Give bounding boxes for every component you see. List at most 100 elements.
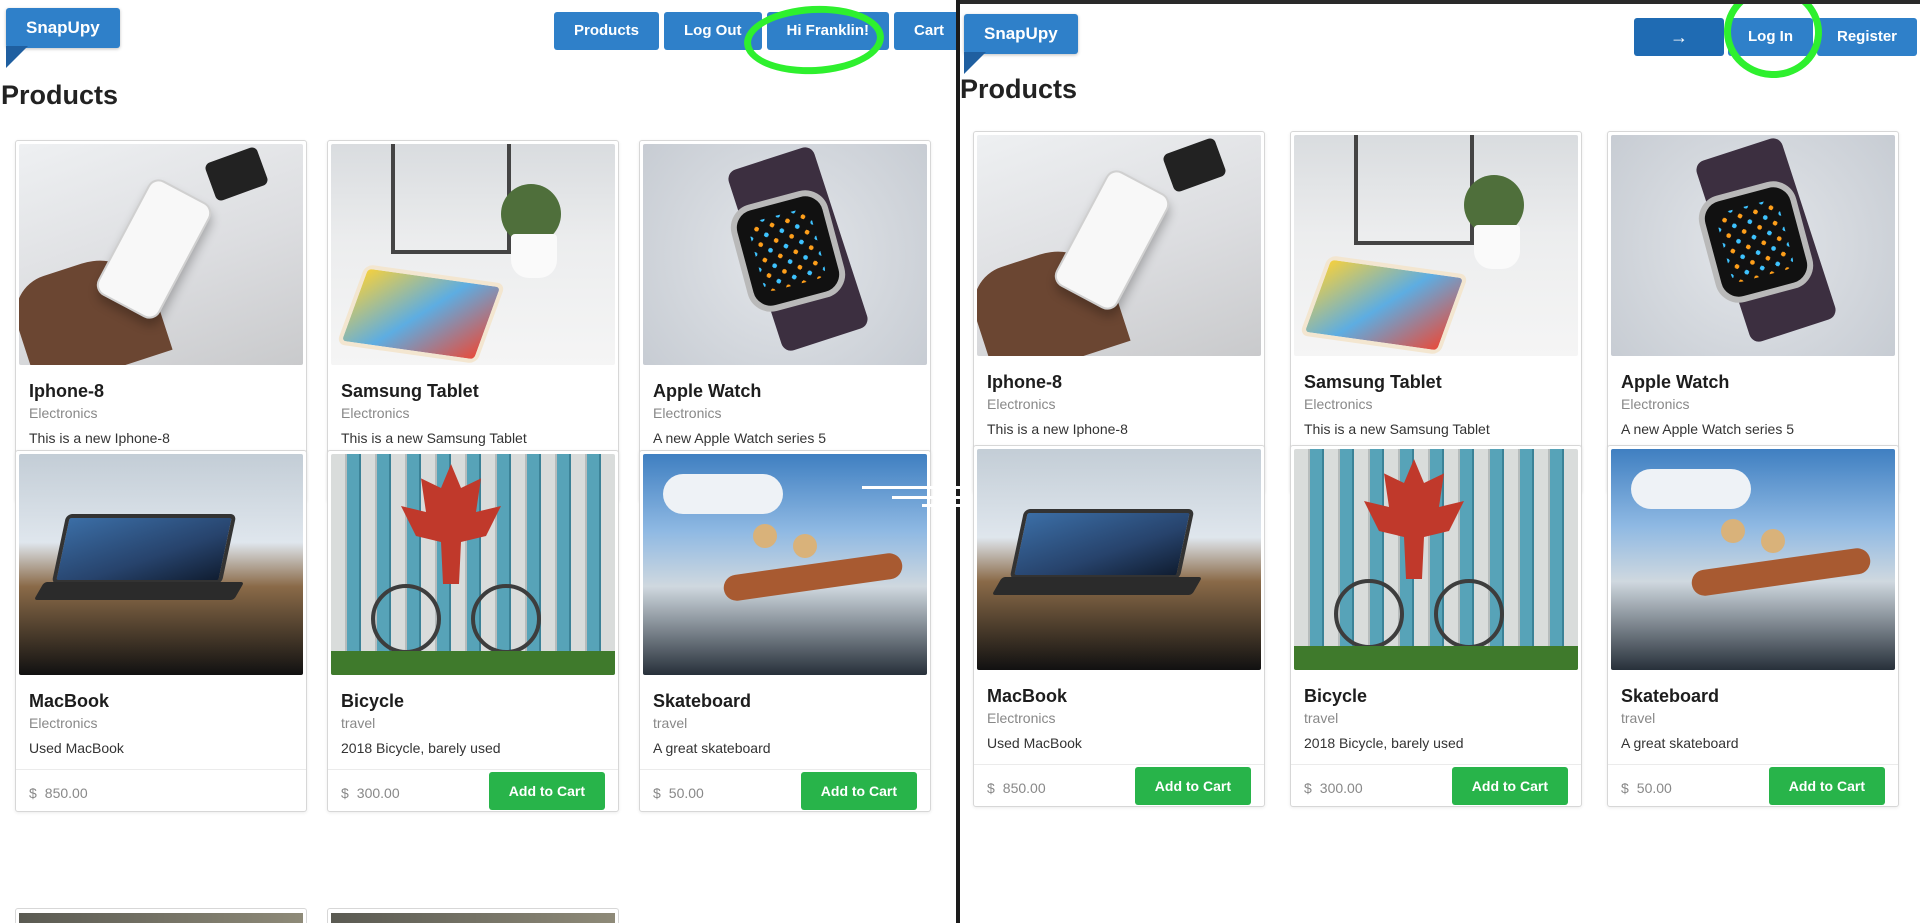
product-image[interactable] bbox=[1294, 449, 1578, 670]
dollar-icon: $ bbox=[987, 780, 995, 796]
product-image[interactable] bbox=[19, 454, 303, 675]
dollar-icon: $ bbox=[29, 785, 37, 801]
product-card[interactable]: Bicycle travel 2018 Bicycle, barely used $3… bbox=[1290, 445, 1582, 807]
nav-register-button[interactable]: Register bbox=[1817, 18, 1918, 56]
product-title[interactable]: Samsung Tablet bbox=[341, 381, 479, 402]
product-price: $50.00 bbox=[1621, 780, 1672, 796]
panel-divider bbox=[956, 0, 960, 923]
product-title[interactable]: Bicycle bbox=[341, 691, 404, 712]
price-value: 300.00 bbox=[1319, 780, 1363, 796]
product-price: $300.00 bbox=[1304, 780, 1363, 796]
product-category: Electronics bbox=[341, 405, 410, 421]
product-title[interactable]: Iphone-8 bbox=[29, 381, 104, 402]
partial-product-card bbox=[15, 908, 307, 923]
product-card[interactable]: Samsung Tablet Electronics This is a new S… bbox=[327, 140, 619, 502]
logo-ribbon bbox=[964, 52, 986, 74]
arrow-right-icon[interactable]: → bbox=[1634, 18, 1724, 56]
partial-product-card bbox=[327, 908, 619, 923]
nav-cart-button[interactable]: Cart bbox=[894, 12, 958, 50]
page-title: Products bbox=[960, 74, 1078, 104]
product-title[interactable]: Iphone-8 bbox=[987, 372, 1062, 393]
product-card[interactable]: Bicycle travel 2018 Bicycle, barely used $3… bbox=[327, 450, 619, 812]
product-category: Electronics bbox=[653, 405, 722, 421]
product-image bbox=[19, 913, 303, 923]
product-category: travel bbox=[341, 715, 376, 731]
product-price: $50.00 bbox=[653, 785, 704, 801]
product-category: travel bbox=[653, 715, 688, 731]
logo-ribbon bbox=[6, 46, 28, 68]
product-card[interactable]: Apple Watch Electronics A new Apple Watch … bbox=[1607, 131, 1899, 493]
product-image bbox=[331, 913, 615, 923]
product-price: $300.00 bbox=[341, 785, 400, 801]
product-image[interactable] bbox=[1611, 449, 1895, 670]
product-category: Electronics bbox=[1304, 396, 1373, 412]
product-category: Electronics bbox=[29, 715, 98, 731]
product-title[interactable]: Apple Watch bbox=[653, 381, 761, 402]
add-to-cart-button[interactable]: Add to Cart bbox=[1451, 767, 1568, 805]
product-title[interactable]: Skateboard bbox=[1621, 686, 1719, 707]
top-nav: → Log In Register bbox=[1634, 18, 1918, 56]
price-value: 50.00 bbox=[668, 785, 704, 801]
top-nav: Products Log Out Hi Franklin! Cart bbox=[554, 12, 958, 50]
product-image[interactable] bbox=[19, 144, 303, 365]
nav-logout-button[interactable]: Log Out bbox=[664, 12, 762, 50]
product-category: travel bbox=[1621, 710, 1656, 726]
add-to-cart-button[interactable]: Add to Cart bbox=[800, 772, 917, 810]
dollar-icon: $ bbox=[1304, 780, 1312, 796]
add-to-cart-button[interactable]: Add to Cart bbox=[1768, 767, 1885, 805]
price-value: 850.00 bbox=[44, 785, 88, 801]
product-description: A great skateboard bbox=[1621, 735, 1739, 751]
product-image[interactable] bbox=[977, 449, 1261, 670]
add-to-cart-button[interactable]: Add to Cart bbox=[1134, 767, 1251, 805]
product-card[interactable]: MacBookElectronicsUsed MacBook$850.00Add… bbox=[973, 445, 1265, 807]
product-title[interactable]: MacBook bbox=[987, 686, 1067, 707]
logo-text[interactable]: SnapUpy bbox=[6, 8, 120, 48]
product-title[interactable]: Skateboard bbox=[653, 691, 751, 712]
dollar-icon: $ bbox=[653, 785, 661, 801]
product-description: This is a new Samsung Tablet bbox=[341, 430, 527, 446]
product-category: Electronics bbox=[987, 710, 1056, 726]
product-description: This is a new Iphone-8 bbox=[29, 430, 170, 446]
product-category: Electronics bbox=[1621, 396, 1690, 412]
left-screenshot-panel: SnapUpy Products Log Out Hi Franklin! Ca… bbox=[0, 0, 958, 923]
page-title: Products bbox=[1, 80, 119, 110]
card-divider bbox=[1291, 764, 1581, 765]
product-card[interactable]: Iphone-8 Electronics This is a new Iphone-… bbox=[973, 131, 1265, 493]
product-title[interactable]: Bicycle bbox=[1304, 686, 1367, 707]
add-to-cart-button[interactable]: Add to Cart bbox=[488, 772, 605, 810]
right-screenshot-panel: SnapUpy → Log In Register Products Iphon… bbox=[958, 0, 1920, 923]
product-price: $850.00 bbox=[987, 780, 1046, 796]
product-description: This is a new Iphone-8 bbox=[987, 421, 1128, 437]
product-title[interactable]: Samsung Tablet bbox=[1304, 372, 1442, 393]
nav-products-button[interactable]: Products bbox=[554, 12, 660, 50]
product-card[interactable]: Apple Watch Electronics A new Apple Watch … bbox=[639, 140, 931, 502]
card-divider bbox=[16, 769, 306, 770]
card-divider bbox=[328, 769, 618, 770]
product-image[interactable] bbox=[331, 454, 615, 675]
product-title[interactable]: Apple Watch bbox=[1621, 372, 1729, 393]
product-image[interactable] bbox=[331, 144, 615, 365]
product-category: travel bbox=[1304, 710, 1339, 726]
product-description: 2018 Bicycle, barely used bbox=[1304, 735, 1464, 751]
product-card[interactable]: Samsung Tablet Electronics This is a new S… bbox=[1290, 131, 1582, 493]
product-description: A new Apple Watch series 5 bbox=[653, 430, 827, 446]
product-image[interactable] bbox=[1294, 135, 1578, 356]
price-value: 850.00 bbox=[1002, 780, 1046, 796]
product-description: Used MacBook bbox=[29, 740, 124, 756]
price-value: 50.00 bbox=[1636, 780, 1672, 796]
logo-text[interactable]: SnapUpy bbox=[964, 14, 1078, 54]
screenshot-seam bbox=[862, 482, 962, 510]
product-image[interactable] bbox=[643, 144, 927, 365]
card-divider bbox=[640, 769, 930, 770]
product-card[interactable]: MacBookElectronicsUsed MacBook$850.00Add… bbox=[15, 450, 307, 812]
product-image[interactable] bbox=[1611, 135, 1895, 356]
product-card[interactable]: Iphone-8 Electronics This is a new Iphone-… bbox=[15, 140, 307, 502]
product-title[interactable]: MacBook bbox=[29, 691, 109, 712]
nav-greeting-button[interactable]: Hi Franklin! bbox=[766, 12, 890, 50]
nav-login-button[interactable]: Log In bbox=[1728, 18, 1813, 56]
product-image[interactable] bbox=[977, 135, 1261, 356]
product-card[interactable]: Skateboard travel A great skateboard $50.00… bbox=[1607, 445, 1899, 807]
product-description: This is a new Samsung Tablet bbox=[1304, 421, 1490, 437]
dollar-icon: $ bbox=[341, 785, 349, 801]
product-description: A new Apple Watch series 5 bbox=[1621, 421, 1795, 437]
